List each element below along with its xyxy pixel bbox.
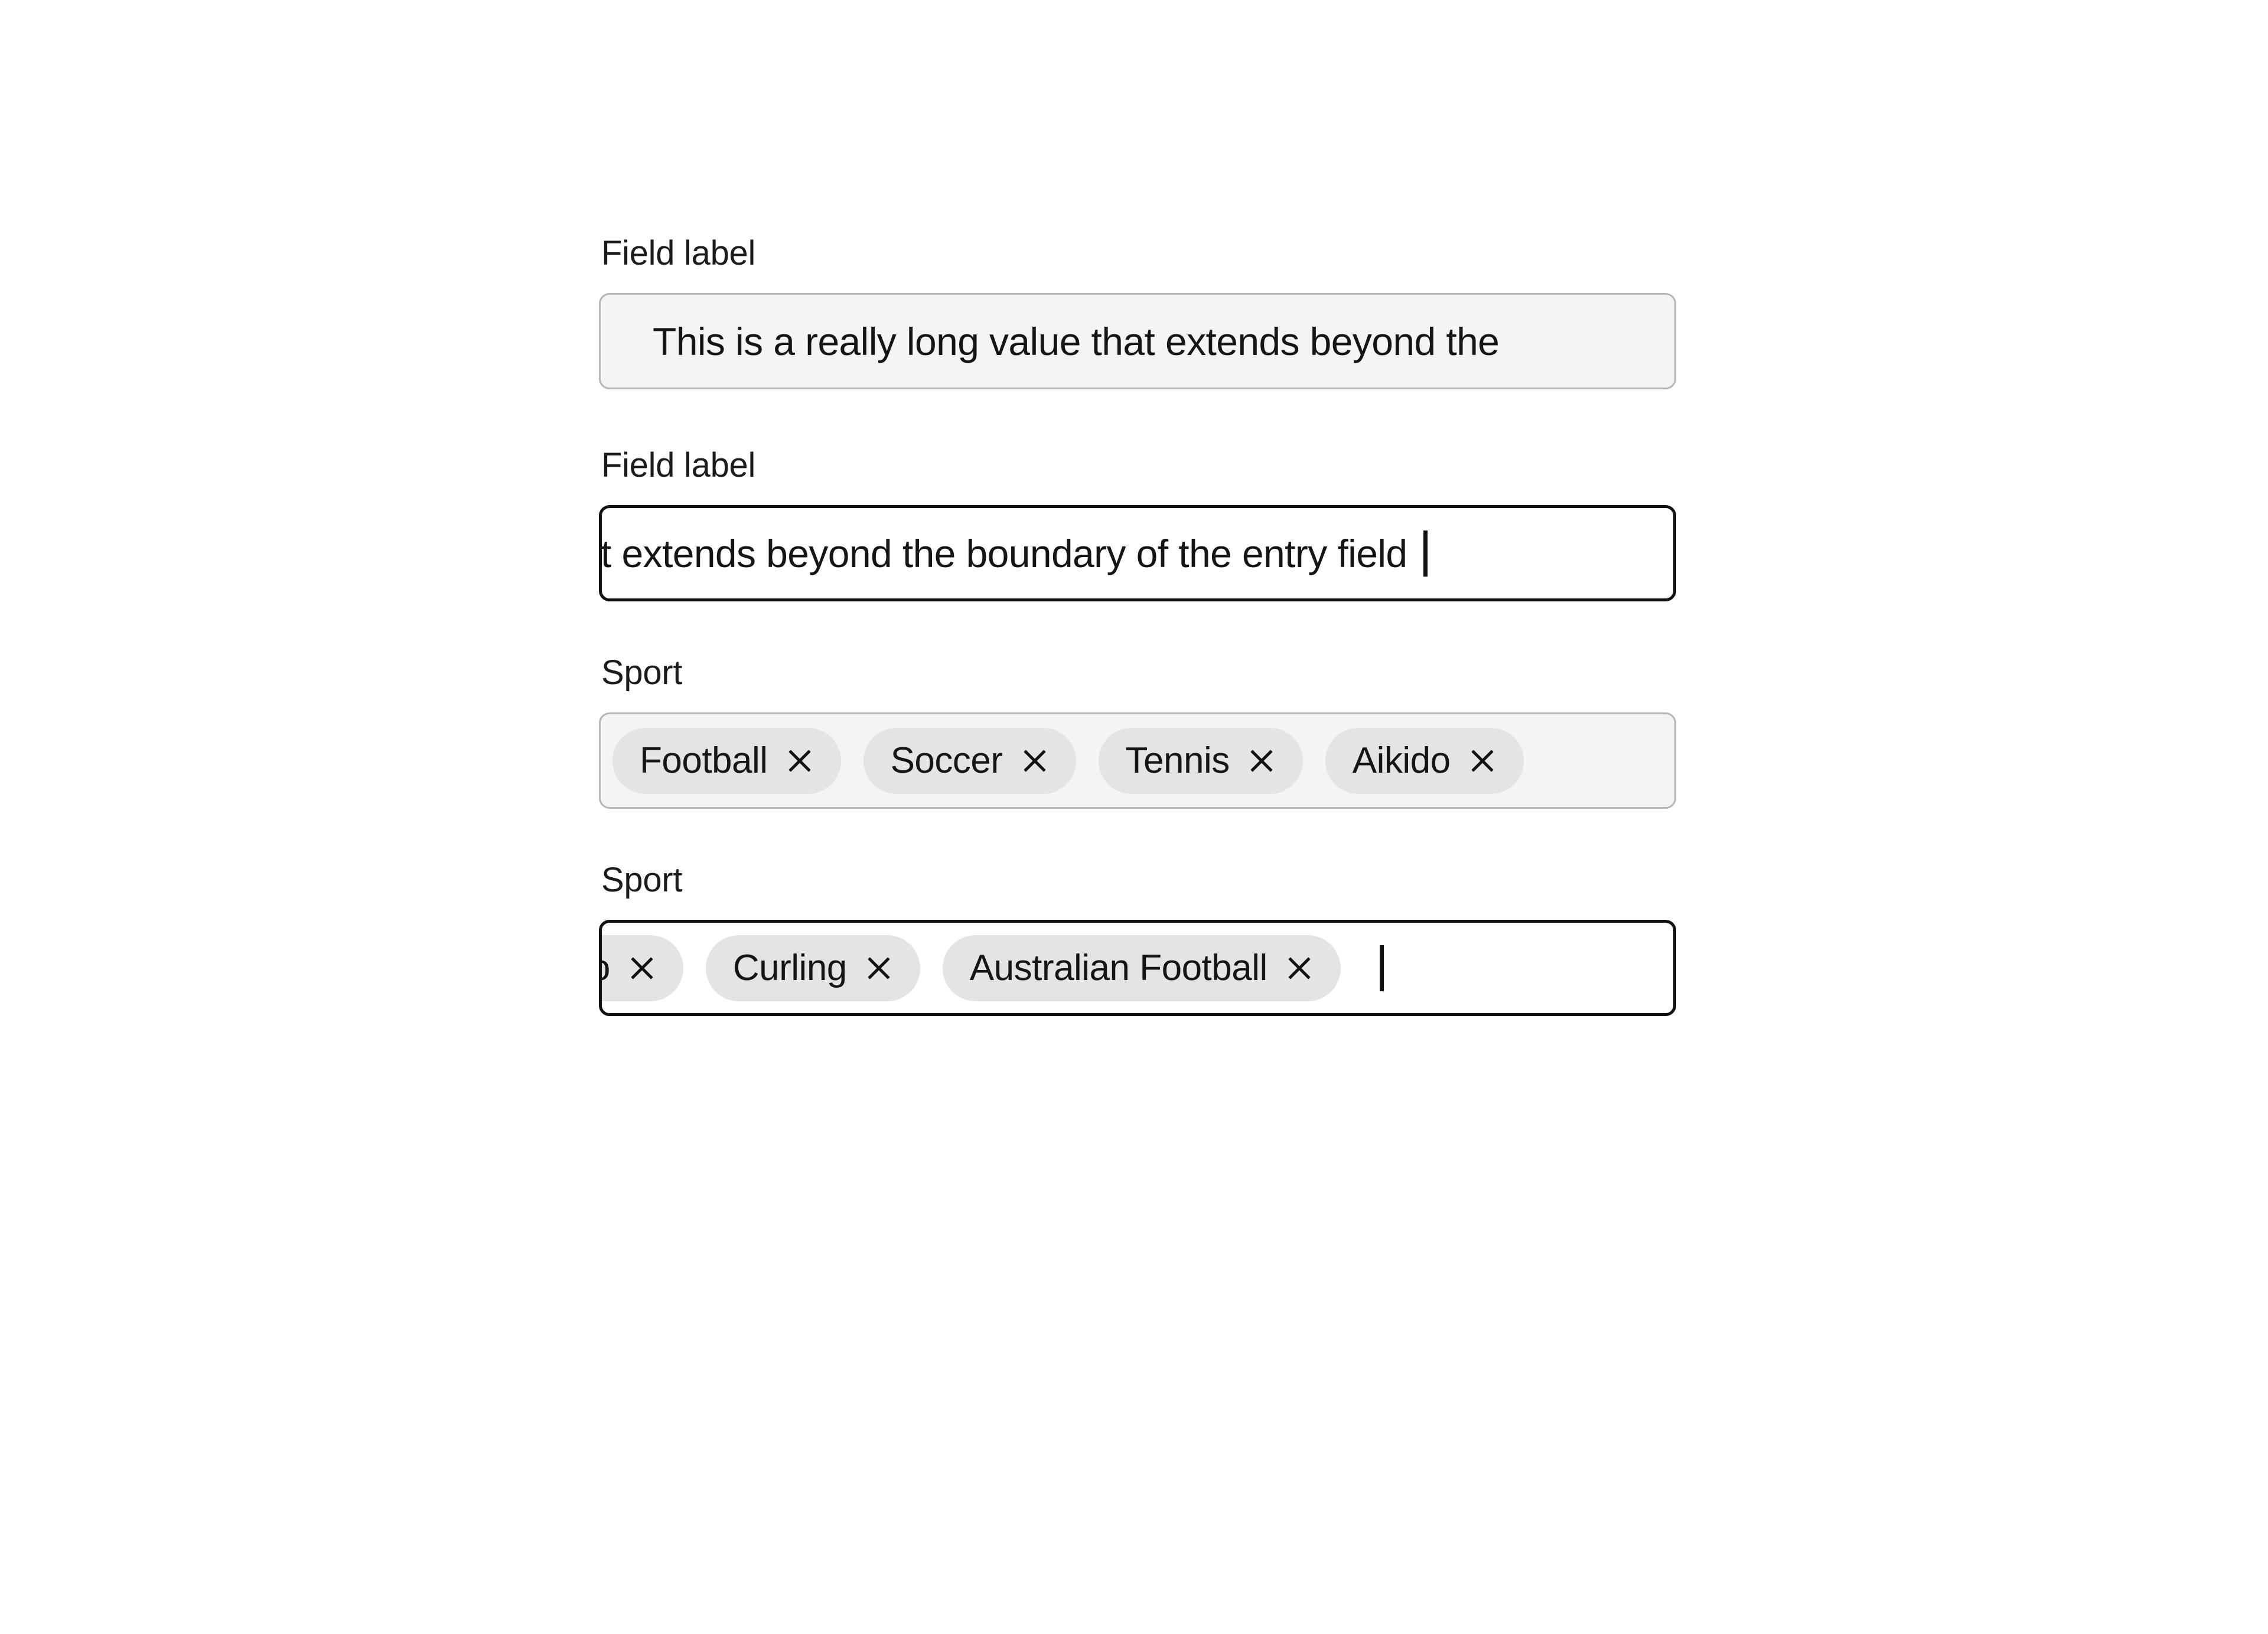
field-label-chips-focused: Sport [601, 861, 683, 899]
chip-tennis[interactable]: Tennis [1098, 727, 1303, 794]
text-input-resting-inner: This is a really long value that extends… [601, 295, 1674, 388]
chip-label: Australian Football [969, 947, 1268, 988]
chip-input-resting-inner: Football Soccer Tennis Aikido [601, 714, 1674, 807]
chip-football[interactable]: Football [612, 727, 841, 794]
chip-curling[interactable]: Curling [705, 935, 920, 1001]
field-group-chips-resting: Sport Football Soccer Tennis Aikido [599, 656, 1676, 809]
chip-input-focused-inner: Aikido Curling Australian Football [602, 923, 1556, 1013]
field-label-text-focused: Field label [601, 446, 756, 484]
chip-label: Tennis [1125, 740, 1230, 781]
chip-input-resting[interactable]: Football Soccer Tennis Aikido [599, 712, 1676, 809]
chip-label: Football [640, 740, 768, 781]
text-input-resting[interactable]: This is a really long value that extends… [599, 293, 1676, 389]
chip-australian-football[interactable]: Australian Football [942, 935, 1341, 1001]
text-input-focused[interactable]: t extends beyond the boundary of the ent… [599, 505, 1676, 601]
close-icon[interactable] [865, 954, 893, 982]
close-icon[interactable] [1021, 747, 1049, 775]
text-input-focused-value: t extends beyond the boundary of the ent… [601, 531, 1407, 575]
text-input-resting-value: This is a really long value that extends… [653, 319, 1500, 363]
field-group-text-resting: Field label This is a really long value … [599, 236, 1676, 389]
close-icon[interactable] [786, 747, 814, 775]
chip-label: Aikido [602, 949, 610, 987]
chip-label: Curling [732, 947, 847, 988]
close-icon[interactable] [628, 954, 656, 982]
chip-aikido[interactable]: Aikido [1325, 727, 1524, 794]
text-input-focused-inner: t extends beyond the boundary of the ent… [601, 508, 1672, 598]
chip-soccer[interactable]: Soccer [863, 727, 1076, 794]
chip-aikido[interactable]: Aikido [602, 935, 683, 1001]
chip-input-focused[interactable]: Aikido Curling Australian Football [599, 920, 1676, 1016]
text-cursor [1379, 945, 1384, 991]
close-icon[interactable] [1468, 747, 1497, 775]
field-label-text-resting: Field label [601, 234, 756, 272]
chip-label: Soccer [890, 740, 1003, 781]
close-icon[interactable] [1285, 954, 1314, 982]
text-cursor [1423, 530, 1428, 577]
form-column: Field label This is a really long value … [599, 236, 1676, 1016]
chip-label: Aikido [1352, 740, 1451, 781]
field-group-chips-focused: Sport Aikido Curling Australian Football [599, 863, 1676, 1016]
page-root: Field label This is a really long value … [0, 0, 2268, 1634]
close-icon[interactable] [1247, 747, 1276, 775]
field-label-chips-resting: Sport [601, 653, 683, 692]
field-group-text-focused: Field label t extends beyond the boundar… [599, 448, 1676, 601]
